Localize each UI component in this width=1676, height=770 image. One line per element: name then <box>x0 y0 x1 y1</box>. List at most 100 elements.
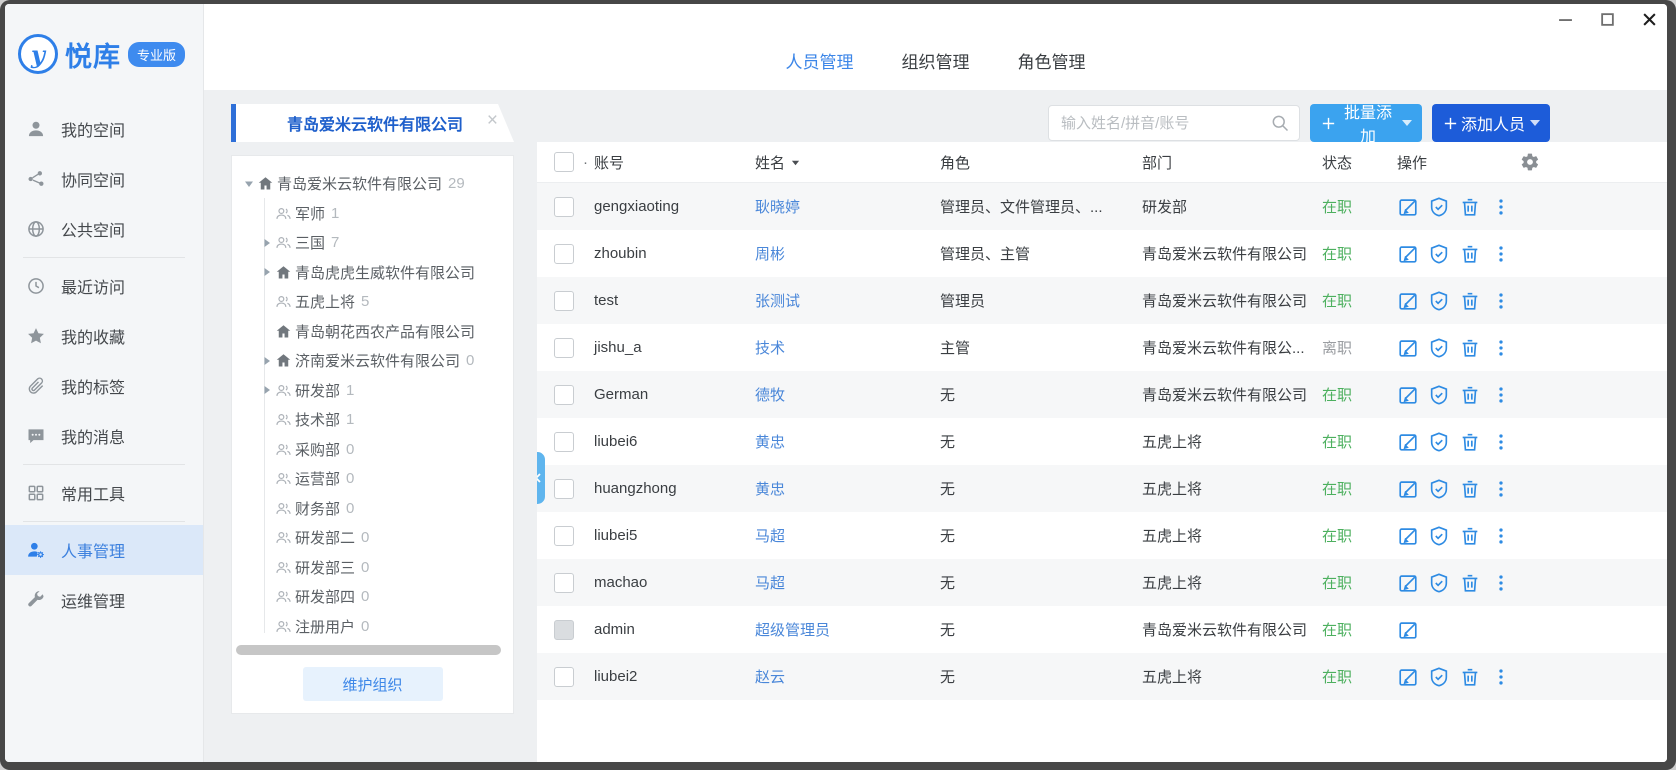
edit-button[interactable] <box>1397 666 1419 688</box>
tree-node[interactable]: 军师1 <box>242 199 513 229</box>
permission-shield-button[interactable] <box>1428 384 1450 406</box>
permission-shield-button[interactable] <box>1428 478 1450 500</box>
more-actions-button[interactable] <box>1490 525 1512 547</box>
search-input[interactable] <box>1048 105 1300 141</box>
user-name-link[interactable]: 超级管理员 <box>755 619 830 640</box>
caret-right-icon[interactable] <box>262 267 275 277</box>
tree-node[interactable]: 研发部四0 <box>242 582 513 612</box>
permission-shield-button[interactable] <box>1428 243 1450 265</box>
sidebar-item-tools[interactable]: 常用工具 <box>5 468 203 518</box>
permission-shield-button[interactable] <box>1428 196 1450 218</box>
delete-button[interactable] <box>1459 525 1481 547</box>
org-tab-close-icon[interactable]: × <box>487 111 498 130</box>
delete-button[interactable] <box>1459 478 1481 500</box>
edit-button[interactable] <box>1397 478 1419 500</box>
org-tab[interactable]: 青岛爱米云软件有限公司 × <box>231 104 514 142</box>
user-name-link[interactable]: 马超 <box>755 572 785 593</box>
tab-personnel[interactable]: 人员管理 <box>786 48 854 73</box>
user-name-link[interactable]: 周彬 <box>755 243 785 264</box>
edit-button[interactable] <box>1397 619 1419 641</box>
batch-add-button[interactable]: 批量添加 <box>1310 104 1422 142</box>
edit-button[interactable] <box>1397 572 1419 594</box>
panel-collapse-handle[interactable] <box>537 452 545 504</box>
sidebar-item-public-space[interactable]: 公共空间 <box>5 204 203 254</box>
user-name-link[interactable]: 张测试 <box>755 290 800 311</box>
sidebar-item-my-space[interactable]: 我的空间 <box>5 104 203 154</box>
tree-node[interactable]: 青岛虎虎生威软件有限公司 <box>242 258 513 288</box>
delete-button[interactable] <box>1459 431 1481 453</box>
sort-descending-icon[interactable] <box>791 158 800 167</box>
tree-node[interactable]: 技术部1 <box>242 405 513 435</box>
row-checkbox[interactable] <box>554 385 574 405</box>
user-name-link[interactable]: 耿晓婷 <box>755 196 800 217</box>
tree-node[interactable]: 注册用户0 <box>242 612 513 642</box>
edit-button[interactable] <box>1397 196 1419 218</box>
delete-button[interactable] <box>1459 243 1481 265</box>
tree-node[interactable]: 三国7 <box>242 228 513 258</box>
tree-node[interactable]: 财务部0 <box>242 494 513 524</box>
sidebar-item-ops[interactable]: 运维管理 <box>5 575 203 625</box>
permission-shield-button[interactable] <box>1428 572 1450 594</box>
permission-shield-button[interactable] <box>1428 525 1450 547</box>
sidebar-item-hr[interactable]: 人事管理 <box>5 525 203 575</box>
row-checkbox[interactable] <box>554 479 574 499</box>
row-checkbox[interactable] <box>554 526 574 546</box>
row-checkbox[interactable] <box>554 197 574 217</box>
more-actions-button[interactable] <box>1490 337 1512 359</box>
delete-button[interactable] <box>1459 196 1481 218</box>
user-name-link[interactable]: 德牧 <box>755 384 785 405</box>
more-actions-button[interactable] <box>1490 572 1512 594</box>
more-actions-button[interactable] <box>1490 290 1512 312</box>
delete-button[interactable] <box>1459 666 1481 688</box>
user-name-link[interactable]: 马超 <box>755 525 785 546</box>
more-actions-button[interactable] <box>1490 196 1512 218</box>
minimize-icon[interactable] <box>1557 11 1573 27</box>
row-checkbox[interactable] <box>554 338 574 358</box>
permission-shield-button[interactable] <box>1428 431 1450 453</box>
sidebar-item-favorites[interactable]: 我的收藏 <box>5 311 203 361</box>
tree-node[interactable]: 运营部0 <box>242 464 513 494</box>
sidebar-item-collab-space[interactable]: 协同空间 <box>5 154 203 204</box>
permission-shield-button[interactable] <box>1428 290 1450 312</box>
select-all-checkbox[interactable] <box>554 152 574 172</box>
maximize-icon[interactable] <box>1599 11 1615 27</box>
scrollbar-thumb[interactable] <box>236 645 501 655</box>
tree-node[interactable]: 青岛爱米云软件有限公司29 <box>242 169 513 199</box>
caret-right-icon[interactable] <box>262 385 275 395</box>
header-name[interactable]: 姓名 <box>755 152 940 173</box>
tree-node[interactable]: 研发部二0 <box>242 523 513 553</box>
column-settings-gear-icon[interactable] <box>1520 152 1540 172</box>
add-person-button[interactable]: 添加人员 <box>1432 104 1550 142</box>
user-name-link[interactable]: 赵云 <box>755 666 785 687</box>
more-actions-button[interactable] <box>1490 666 1512 688</box>
tree-node[interactable]: 研发部1 <box>242 376 513 406</box>
permission-shield-button[interactable] <box>1428 337 1450 359</box>
maintain-org-button[interactable]: 维护组织 <box>303 667 443 701</box>
edit-button[interactable] <box>1397 337 1419 359</box>
edit-button[interactable] <box>1397 290 1419 312</box>
close-icon[interactable] <box>1641 11 1657 27</box>
caret-right-icon[interactable] <box>262 238 275 248</box>
tree-node[interactable]: 青岛朝花西农产品有限公司 <box>242 317 513 347</box>
more-actions-button[interactable] <box>1490 431 1512 453</box>
tree-node[interactable]: 采购部0 <box>242 435 513 465</box>
user-name-link[interactable]: 黄忠 <box>755 431 785 452</box>
caret-down-icon[interactable] <box>244 179 257 189</box>
delete-button[interactable] <box>1459 572 1481 594</box>
row-checkbox[interactable] <box>554 573 574 593</box>
row-checkbox[interactable] <box>554 244 574 264</box>
sidebar-item-tags[interactable]: 我的标签 <box>5 361 203 411</box>
edit-button[interactable] <box>1397 243 1419 265</box>
edit-button[interactable] <box>1397 431 1419 453</box>
row-checkbox[interactable] <box>554 432 574 452</box>
user-name-link[interactable]: 技术 <box>755 337 785 358</box>
tree-node[interactable]: 济南爱米云软件有限公司0 <box>242 346 513 376</box>
tab-role[interactable]: 角色管理 <box>1018 48 1086 73</box>
more-actions-button[interactable] <box>1490 243 1512 265</box>
tree-node[interactable]: 五虎上将5 <box>242 287 513 317</box>
user-name-link[interactable]: 黄忠 <box>755 478 785 499</box>
edit-button[interactable] <box>1397 525 1419 547</box>
edit-button[interactable] <box>1397 384 1419 406</box>
permission-shield-button[interactable] <box>1428 666 1450 688</box>
sidebar-item-recent[interactable]: 最近访问 <box>5 261 203 311</box>
